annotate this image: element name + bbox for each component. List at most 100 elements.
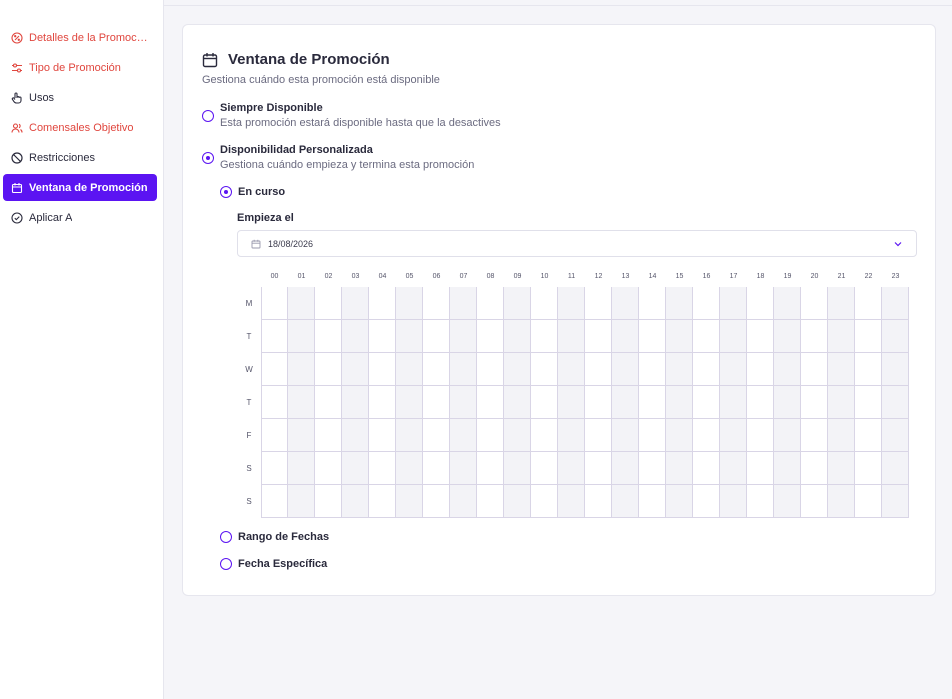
- schedule-cell[interactable]: [288, 287, 315, 320]
- schedule-cell[interactable]: [882, 452, 909, 485]
- schedule-cell[interactable]: [450, 386, 477, 419]
- schedule-cell[interactable]: [801, 386, 828, 419]
- schedule-cell[interactable]: [396, 320, 423, 353]
- schedule-cell[interactable]: [801, 485, 828, 518]
- schedule-cell[interactable]: [639, 320, 666, 353]
- schedule-cell[interactable]: [882, 353, 909, 386]
- schedule-cell[interactable]: [423, 353, 450, 386]
- schedule-cell[interactable]: [288, 353, 315, 386]
- schedule-cell[interactable]: [612, 386, 639, 419]
- schedule-cell[interactable]: [261, 485, 288, 518]
- schedule-cell[interactable]: [720, 287, 747, 320]
- start-date-picker[interactable]: 18/08/2026: [237, 230, 917, 257]
- schedule-cell[interactable]: [882, 419, 909, 452]
- schedule-cell[interactable]: [639, 386, 666, 419]
- schedule-cell[interactable]: [558, 386, 585, 419]
- sidebar-item-ventana[interactable]: Ventana de Promoción: [3, 174, 157, 201]
- schedule-cell[interactable]: [288, 452, 315, 485]
- schedule-cell[interactable]: [315, 386, 342, 419]
- schedule-cell[interactable]: [450, 320, 477, 353]
- schedule-cell[interactable]: [639, 452, 666, 485]
- schedule-cell[interactable]: [774, 452, 801, 485]
- schedule-cell[interactable]: [423, 287, 450, 320]
- schedule-cell[interactable]: [504, 485, 531, 518]
- schedule-cell[interactable]: [801, 320, 828, 353]
- schedule-cell[interactable]: [450, 452, 477, 485]
- schedule-cell[interactable]: [612, 287, 639, 320]
- schedule-cell[interactable]: [450, 287, 477, 320]
- schedule-cell[interactable]: [828, 419, 855, 452]
- schedule-cell[interactable]: [774, 386, 801, 419]
- schedule-cell[interactable]: [261, 320, 288, 353]
- schedule-cell[interactable]: [477, 320, 504, 353]
- schedule-cell[interactable]: [801, 419, 828, 452]
- schedule-cell[interactable]: [585, 485, 612, 518]
- schedule-cell[interactable]: [585, 419, 612, 452]
- sidebar-item-detalles[interactable]: Detalles de la Promoción: [3, 24, 157, 51]
- schedule-cell[interactable]: [882, 386, 909, 419]
- schedule-cell[interactable]: [369, 320, 396, 353]
- schedule-cell[interactable]: [315, 452, 342, 485]
- schedule-cell[interactable]: [477, 386, 504, 419]
- schedule-cell[interactable]: [828, 452, 855, 485]
- schedule-cell[interactable]: [666, 485, 693, 518]
- schedule-cell[interactable]: [612, 485, 639, 518]
- schedule-cell[interactable]: [585, 320, 612, 353]
- schedule-cell[interactable]: [693, 485, 720, 518]
- schedule-cell[interactable]: [801, 353, 828, 386]
- schedule-cell[interactable]: [369, 386, 396, 419]
- schedule-cell[interactable]: [882, 320, 909, 353]
- schedule-cell[interactable]: [585, 386, 612, 419]
- schedule-cell[interactable]: [558, 452, 585, 485]
- schedule-cell[interactable]: [396, 452, 423, 485]
- schedule-cell[interactable]: [747, 452, 774, 485]
- schedule-cell[interactable]: [261, 353, 288, 386]
- schedule-cell[interactable]: [612, 353, 639, 386]
- schedule-cell[interactable]: [720, 386, 747, 419]
- schedule-cell[interactable]: [882, 485, 909, 518]
- schedule-cell[interactable]: [531, 485, 558, 518]
- schedule-cell[interactable]: [504, 353, 531, 386]
- schedule-cell[interactable]: [828, 353, 855, 386]
- schedule-cell[interactable]: [855, 287, 882, 320]
- date-range-radio[interactable]: [220, 531, 232, 543]
- schedule-cell[interactable]: [477, 353, 504, 386]
- schedule-cell[interactable]: [693, 386, 720, 419]
- schedule-cell[interactable]: [369, 452, 396, 485]
- schedule-cell[interactable]: [342, 320, 369, 353]
- schedule-cell[interactable]: [666, 386, 693, 419]
- sidebar-item-tipo[interactable]: Tipo de Promoción: [3, 54, 157, 81]
- schedule-cell[interactable]: [693, 452, 720, 485]
- schedule-cell[interactable]: [558, 485, 585, 518]
- schedule-cell[interactable]: [396, 287, 423, 320]
- schedule-cell[interactable]: [531, 386, 558, 419]
- schedule-cell[interactable]: [747, 287, 774, 320]
- schedule-cell[interactable]: [531, 452, 558, 485]
- schedule-cell[interactable]: [720, 353, 747, 386]
- schedule-cell[interactable]: [585, 452, 612, 485]
- schedule-cell[interactable]: [558, 353, 585, 386]
- schedule-cell[interactable]: [774, 419, 801, 452]
- schedule-cell[interactable]: [315, 287, 342, 320]
- schedule-cell[interactable]: [828, 287, 855, 320]
- sidebar-item-restricciones[interactable]: Restricciones: [3, 144, 157, 171]
- schedule-cell[interactable]: [477, 485, 504, 518]
- sidebar-item-usos[interactable]: Usos: [3, 84, 157, 111]
- schedule-cell[interactable]: [531, 320, 558, 353]
- schedule-cell[interactable]: [423, 452, 450, 485]
- always-available-radio[interactable]: [202, 110, 214, 122]
- schedule-cell[interactable]: [315, 320, 342, 353]
- schedule-cell[interactable]: [315, 419, 342, 452]
- schedule-cell[interactable]: [477, 287, 504, 320]
- schedule-cell[interactable]: [423, 320, 450, 353]
- schedule-cell[interactable]: [828, 320, 855, 353]
- schedule-cell[interactable]: [342, 287, 369, 320]
- schedule-cell[interactable]: [288, 485, 315, 518]
- schedule-cell[interactable]: [639, 419, 666, 452]
- schedule-cell[interactable]: [666, 320, 693, 353]
- schedule-cell[interactable]: [774, 485, 801, 518]
- schedule-cell[interactable]: [720, 419, 747, 452]
- sidebar-item-aplicar[interactable]: Aplicar A: [3, 204, 157, 231]
- schedule-cell[interactable]: [720, 452, 747, 485]
- custom-availability-radio[interactable]: [202, 152, 214, 164]
